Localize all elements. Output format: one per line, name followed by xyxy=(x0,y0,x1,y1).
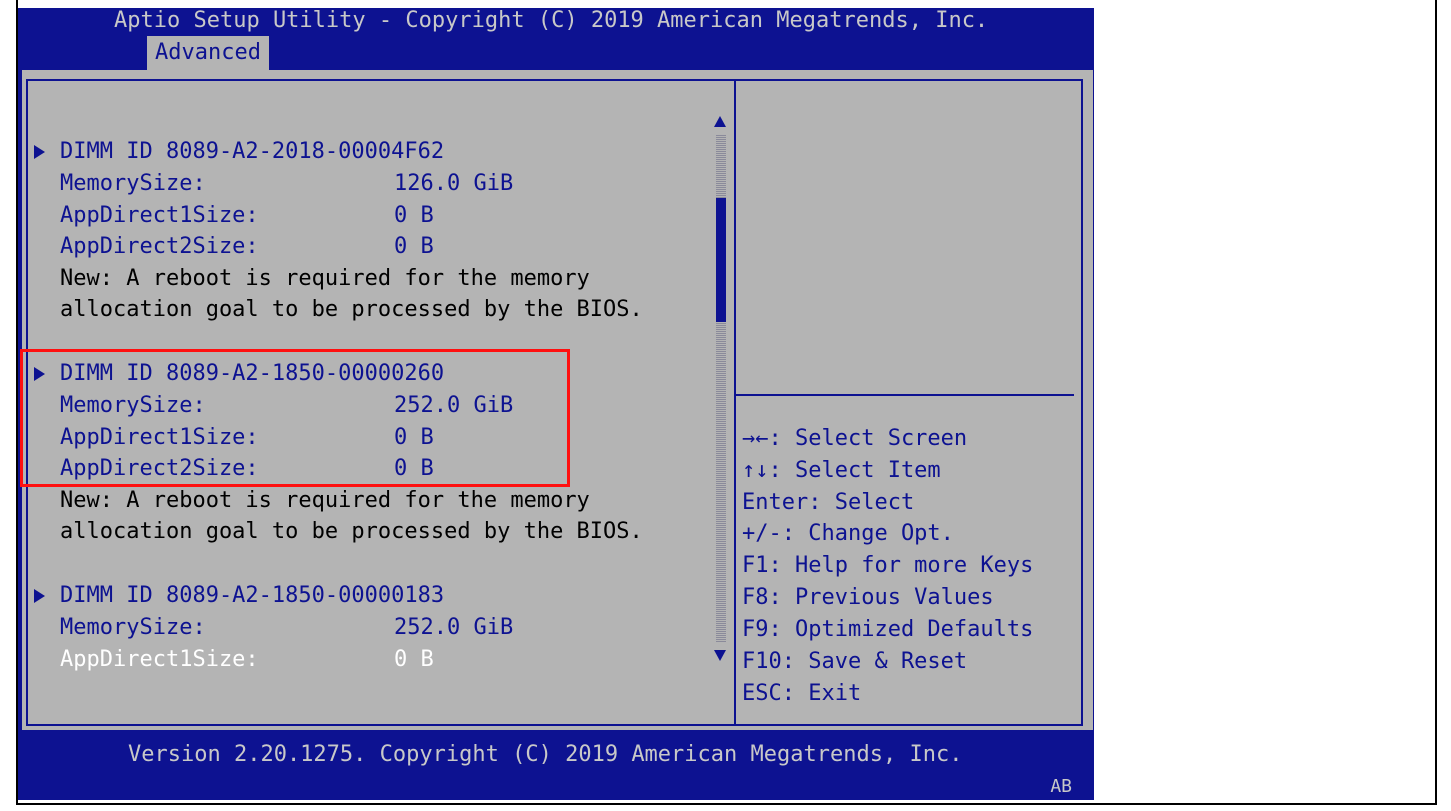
dimm-1-memory-value: 126.0 GiB xyxy=(394,171,514,196)
version-text: Version 2.20.1275. Copyright (C) 2019 Am… xyxy=(128,742,963,767)
help-separator xyxy=(734,394,1074,396)
ab-indicator: AB xyxy=(1050,776,1072,797)
help-f10: F10: Save & Reset xyxy=(742,649,968,674)
dimm-3-ad1-label: AppDirect1Size: xyxy=(60,647,259,672)
scroll-up-arrow-icon[interactable] xyxy=(714,116,726,127)
dimm-3-item[interactable]: DIMM ID 8089-A2-1850-00000183 xyxy=(60,582,444,610)
dimm-1-note-line-2: allocation goal to be processed by the B… xyxy=(60,297,643,322)
dimm-1-ad1-label: AppDirect1Size: xyxy=(60,203,259,228)
help-select-item: ↑↓: Select Item xyxy=(742,458,941,483)
bottom-border xyxy=(16,803,1437,805)
scrollbar-thumb[interactable] xyxy=(716,198,726,322)
dimm-1-ad2-label: AppDirect2Size: xyxy=(60,234,259,259)
help-enter: Enter: Select xyxy=(742,490,915,515)
right-border xyxy=(1435,0,1437,805)
dimm-1-note-line-1: New: A reboot is required for the memory xyxy=(60,266,590,291)
title-text: Aptio Setup Utility - Copyright (C) 2019… xyxy=(114,8,989,33)
dimm-1-ad1-value: 0 B xyxy=(394,203,434,228)
footer-bar: Version 2.20.1275. Copyright (C) 2019 Am… xyxy=(18,730,1094,800)
dimm-3-memory-value: 252.0 GiB xyxy=(394,615,514,640)
highlight-box xyxy=(20,349,570,487)
scroll-down-arrow-icon[interactable] xyxy=(714,650,726,661)
dimm-1-memory-label: MemorySize: xyxy=(60,171,206,196)
help-f8: F8: Previous Values xyxy=(742,585,994,610)
submenu-arrow-icon xyxy=(34,589,45,603)
dimm-2-note-line-1: New: A reboot is required for the memory xyxy=(60,488,590,513)
help-f9: F9: Optimized Defaults xyxy=(742,617,1034,642)
help-select-screen: →←: Select Screen xyxy=(742,426,968,451)
help-esc: ESC: Exit xyxy=(742,681,862,706)
bios-screen: Aptio Setup Utility - Copyright (C) 2019… xyxy=(18,8,1094,800)
tab-advanced[interactable]: Advanced xyxy=(147,36,269,70)
dimm-3-memory-label: MemorySize: xyxy=(60,615,206,640)
main-panel: DIMM ID 8089-A2-2018-00004F62 MemorySize… xyxy=(20,70,1093,730)
submenu-arrow-icon xyxy=(34,145,45,159)
dimm-1-ad2-value: 0 B xyxy=(394,234,434,259)
dimm-1-item[interactable]: DIMM ID 8089-A2-2018-00004F62 xyxy=(60,138,444,166)
title-bar: Aptio Setup Utility - Copyright (C) 2019… xyxy=(18,8,1094,38)
help-f1: F1: Help for more Keys xyxy=(742,553,1034,578)
help-change-opt: +/-: Change Opt. xyxy=(742,521,954,546)
dimm-3-ad1-value: 0 B xyxy=(394,647,434,672)
dimm-2-note-line-2: allocation goal to be processed by the B… xyxy=(60,519,643,544)
